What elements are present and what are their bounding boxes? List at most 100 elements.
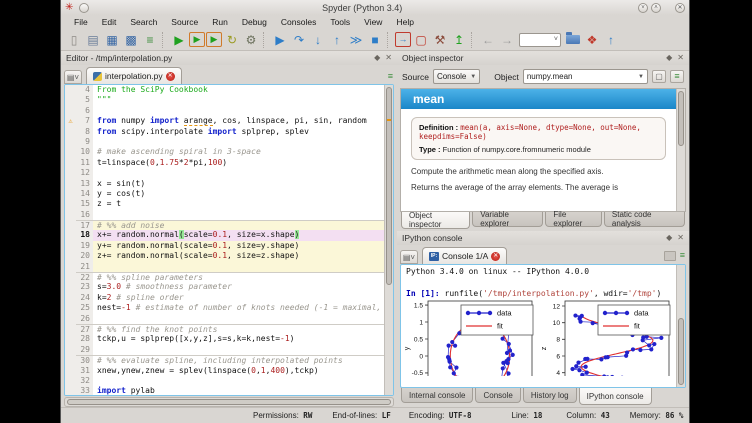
console-tab-1a[interactable]: IP: Console 1/A ✕	[422, 247, 507, 264]
run-settings-icon[interactable]: ⚙	[242, 31, 260, 49]
editor-options-icon[interactable]: ◆	[374, 54, 380, 62]
menu-view[interactable]: View	[357, 16, 389, 28]
menu-edit[interactable]: Edit	[95, 16, 124, 28]
console-menu-icon[interactable]: ≡	[680, 251, 685, 261]
browse-tabs-button[interactable]: ▤˅	[400, 250, 418, 264]
continue-icon[interactable]: ≫	[347, 31, 365, 49]
code-line-25[interactable]: 25nest=-1 # estimate of number of knots …	[65, 303, 384, 313]
menu-tools[interactable]: Tools	[323, 16, 357, 28]
inspector-menu-button[interactable]: ≡	[670, 70, 684, 83]
editor-horizontal-scrollbar[interactable]	[64, 397, 394, 407]
code-line-24[interactable]: 24k=2 # spline order	[65, 293, 384, 303]
tab-history-log[interactable]: History log	[523, 388, 577, 403]
preferences-tools-icon[interactable]: ⚒	[431, 31, 449, 49]
code-line-5[interactable]: 5"""	[65, 95, 384, 105]
console-body[interactable]: Python 3.4.0 on linux -- IPython 4.0.0 I…	[401, 265, 676, 387]
object-combobox[interactable]: numpy.mean ▼	[523, 69, 648, 84]
run-cell-advance-icon[interactable]: ▶	[206, 32, 222, 47]
code-line-7[interactable]: ⚠7from numpy import arange, cos, linspac…	[65, 116, 384, 126]
code-line-20[interactable]: 20z+= random.normal(scale=0.1, size=z.sh…	[65, 251, 384, 261]
code-line-10[interactable]: 10# make ascending spiral in 3-space	[65, 147, 384, 157]
menu-consoles[interactable]: Consoles	[274, 16, 323, 28]
tab-static-code-analysis[interactable]: Static code analysis	[604, 212, 685, 227]
code-line-26[interactable]: 26	[65, 314, 384, 324]
new-file-icon[interactable]: ▯	[65, 31, 83, 49]
editor-tab-interpolation[interactable]: interpolation.py ✕	[86, 67, 182, 84]
forward-icon[interactable]: →	[498, 31, 516, 49]
code-line-30[interactable]: 30# %% evaluate spline, including interp…	[65, 355, 384, 365]
console-scrollbar[interactable]	[676, 265, 685, 387]
step-into-icon[interactable]: ↓	[309, 31, 327, 49]
step-over-icon[interactable]: ↷	[290, 31, 308, 49]
ipython-console[interactable]: Python 3.4.0 on linux -- IPython 4.0.0 I…	[400, 264, 686, 388]
code-editor[interactable]: 4From the SciPy Cookbook5"""6⚠7from nump…	[64, 84, 394, 396]
menu-run[interactable]: Run	[205, 16, 235, 28]
scrollbar-thumb[interactable]	[678, 318, 684, 385]
tab-variable-explorer[interactable]: Variable explorer	[472, 212, 543, 227]
interrupt-kernel-button[interactable]	[664, 251, 676, 261]
console-close-icon[interactable]: ✕	[677, 234, 684, 242]
scrollbar-thumb[interactable]	[386, 87, 392, 285]
code-line-15[interactable]: 15z = t	[65, 199, 384, 209]
code-line-27[interactable]: 27# %% find the knot points	[65, 324, 384, 334]
rerun-cell-icon[interactable]: ↻	[223, 31, 241, 49]
menu-source[interactable]: Source	[164, 16, 205, 28]
save-all-icon[interactable]: ▩	[122, 31, 140, 49]
browse-tabs-button[interactable]: ▤˅	[64, 70, 82, 84]
minimize-button[interactable]: ˅	[638, 3, 648, 13]
code-line-14[interactable]: 14y = cos(t)	[65, 189, 384, 199]
code-line-33[interactable]: 33import pylab	[65, 386, 384, 395]
working-directory-combo[interactable]: ˅	[519, 33, 561, 47]
menu-debug[interactable]: Debug	[235, 16, 274, 28]
editor-close-icon[interactable]: ✕	[385, 54, 392, 62]
editor-vertical-scrollbar[interactable]	[384, 85, 393, 395]
code-line-16[interactable]: 16	[65, 210, 384, 220]
title-bar[interactable]: ✳ Spyder (Python 3.4) ˅ ˄ ✕	[61, 0, 689, 15]
code-line-18[interactable]: 18x+= random.normal(scale=0.1, size=x.sh…	[65, 230, 384, 240]
back-icon[interactable]: ←	[479, 31, 497, 49]
code-area[interactable]: 4From the SciPy Cookbook5"""6⚠7from nump…	[65, 85, 384, 395]
code-line-21[interactable]: 21	[65, 262, 384, 272]
maximize-button[interactable]: ˄	[651, 3, 661, 13]
code-line-8[interactable]: 8from scipy.interpolate import splprep, …	[65, 127, 384, 137]
code-line-29[interactable]: 29	[65, 345, 384, 355]
tab-internal-console[interactable]: Internal console	[401, 388, 473, 403]
file-switcher-icon[interactable]: ≡	[141, 31, 159, 49]
console-options-icon[interactable]: ◆	[666, 234, 672, 242]
save-file-icon[interactable]: ▦	[103, 31, 121, 49]
parent-directory-icon[interactable]: ↑	[602, 31, 620, 49]
maximize-pane-icon[interactable]: →	[395, 32, 411, 47]
code-line-4[interactable]: 4From the SciPy Cookbook	[65, 85, 384, 95]
code-line-28[interactable]: 28tckp,u = splprep([x,y,z],s=s,k=k,nest=…	[65, 334, 384, 344]
tab-close-icon[interactable]: ✕	[491, 252, 500, 261]
set-console-directory-icon[interactable]: ❖	[583, 31, 601, 49]
browse-directory-icon[interactable]	[564, 31, 582, 49]
tab-file-explorer[interactable]: File explorer	[545, 212, 602, 227]
run-cell-icon[interactable]: ▶	[189, 32, 205, 47]
inspector-close-icon[interactable]: ✕	[677, 54, 684, 62]
menu-help[interactable]: Help	[389, 16, 420, 28]
pythonpath-manager-icon[interactable]: ↥	[450, 31, 468, 49]
debug-icon[interactable]: ▶	[271, 31, 289, 49]
close-window-button[interactable]: ✕	[675, 3, 685, 13]
source-combobox[interactable]: Console ▼	[433, 69, 480, 84]
stop-debug-icon[interactable]: ■	[366, 31, 384, 49]
code-line-11[interactable]: 11t=linspace(0,1.75*2*pi,100)	[65, 158, 384, 168]
tab-object-inspector[interactable]: Object inspector	[401, 212, 470, 229]
code-line-22[interactable]: 22# %% spline parameters	[65, 272, 384, 282]
open-file-icon[interactable]: ▤	[84, 31, 102, 49]
code-line-9[interactable]: 9	[65, 137, 384, 147]
lock-button[interactable]: ▢	[652, 70, 666, 83]
run-icon[interactable]: ▶	[170, 31, 188, 49]
tab-ipython-console[interactable]: IPython console	[579, 388, 652, 405]
code-line-17[interactable]: 17# %% add noise	[65, 220, 384, 230]
code-line-12[interactable]: 12	[65, 168, 384, 178]
inspector-options-icon[interactable]: ◆	[666, 54, 672, 62]
menu-file[interactable]: File	[67, 16, 95, 28]
code-line-32[interactable]: 32	[65, 376, 384, 386]
editor-menu-icon[interactable]: ≡	[388, 72, 393, 81]
code-line-31[interactable]: 31xnew,ynew,znew = splev(linspace(0,1,40…	[65, 366, 384, 376]
tab-close-icon[interactable]: ✕	[166, 72, 175, 81]
tab-console[interactable]: Console	[475, 388, 520, 403]
code-line-23[interactable]: 23s=3.0 # smoothness parameter	[65, 282, 384, 292]
